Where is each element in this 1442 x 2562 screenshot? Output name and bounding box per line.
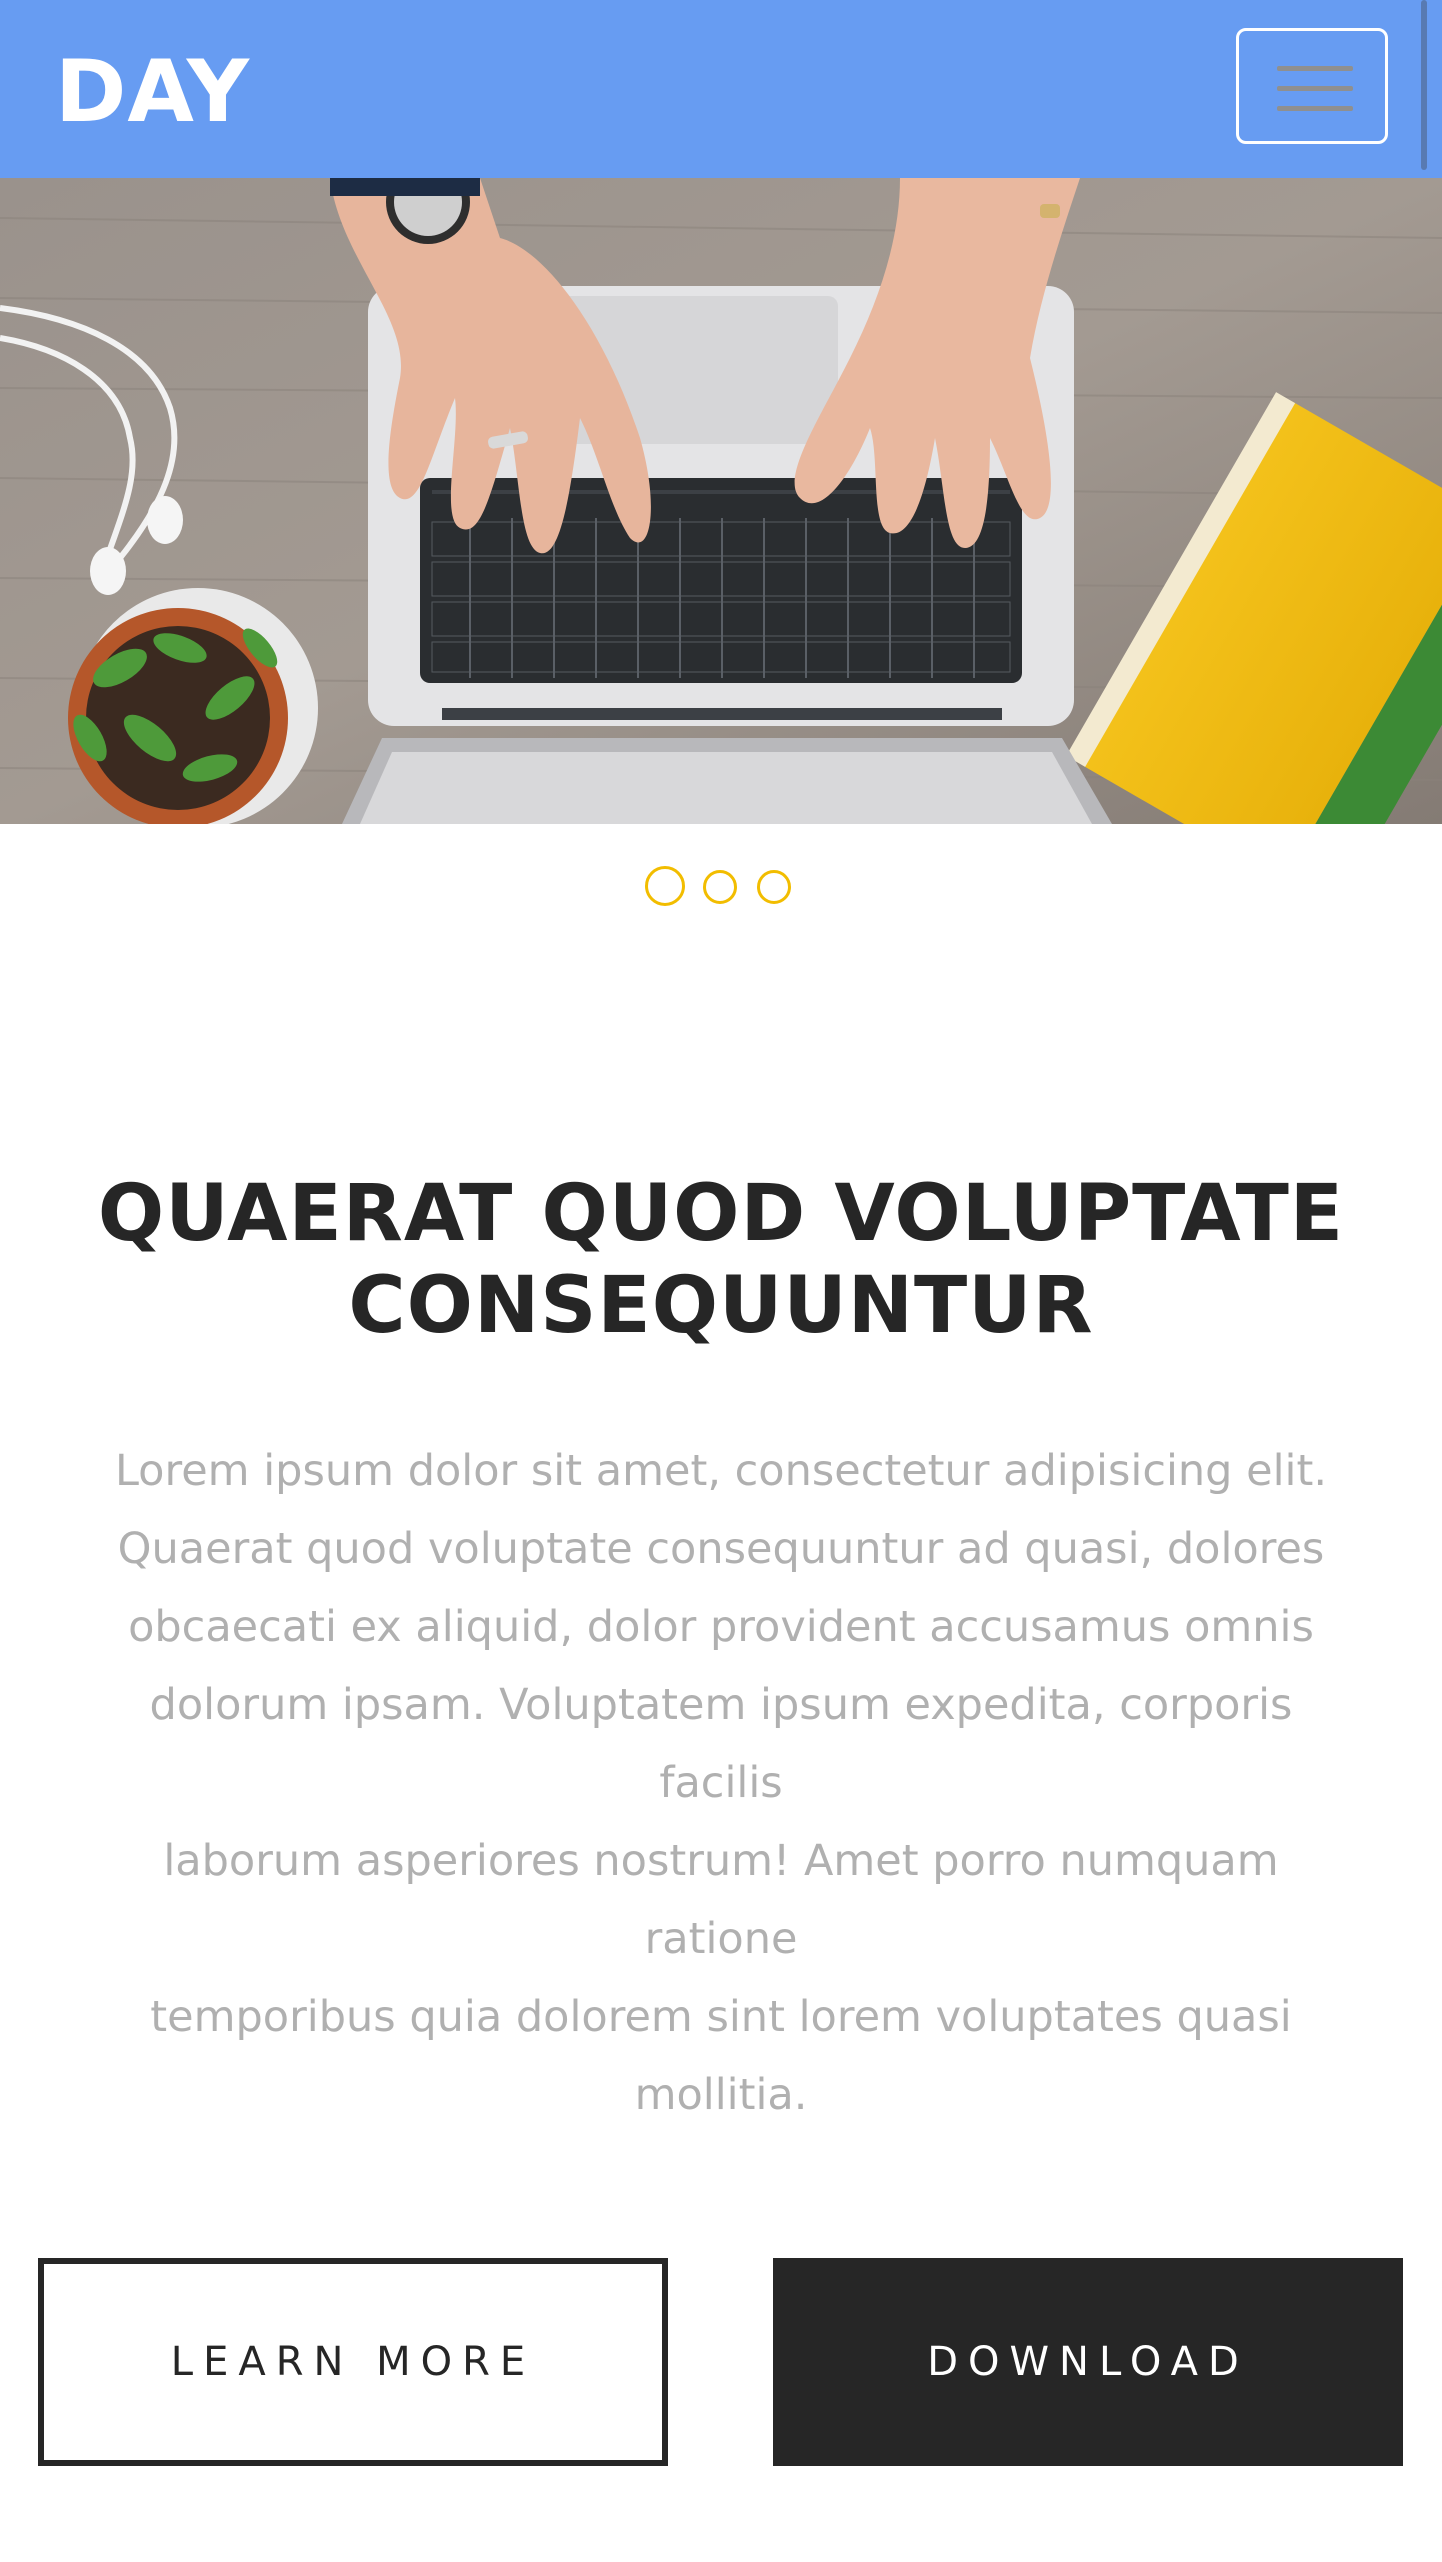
hero-image [0, 178, 1442, 824]
carousel-dot-2[interactable] [703, 870, 737, 904]
intro-paragraph: Lorem ipsum dolor sit amet, consectetur … [95, 1432, 1347, 2134]
brand-logo[interactable]: DAY [55, 42, 250, 142]
learn-more-button[interactable]: LEARN MORE [38, 2258, 668, 2466]
paragraph-line: dolorum ipsam. Voluptatem ipsum expedita… [149, 1680, 1293, 1808]
paragraph-line: temporibus quia dolorem sint lorem volup… [150, 1992, 1292, 2042]
carousel-dot-3[interactable] [757, 870, 791, 904]
hamburger-icon-bar-1 [1277, 66, 1353, 71]
headline-line-1: QUAERAT QUOD VOLUPTATE [97, 1169, 1345, 1259]
scrollbar[interactable] [1421, 0, 1427, 170]
page-headline: QUAERAT QUOD VOLUPTATE CONSEQUUNTUR [60, 1168, 1382, 1352]
paragraph-line: obcaecati ex aliquid, dolor provident ac… [128, 1602, 1314, 1652]
headline-line-2: CONSEQUUNTUR [348, 1261, 1094, 1351]
menu-toggle-button[interactable] [1236, 28, 1388, 144]
learn-more-label: LEARN MORE [170, 2339, 536, 2385]
paragraph-line: laborum asperiores nostrum! Amet porro n… [163, 1836, 1279, 1964]
paragraph-line: mollitia. [634, 2070, 808, 2120]
download-label: DOWNLOAD [927, 2339, 1249, 2385]
top-navbar: DAY [0, 0, 1442, 178]
download-button[interactable]: DOWNLOAD [773, 2258, 1403, 2466]
hamburger-icon-bar-2 [1277, 86, 1353, 91]
carousel-indicators [0, 866, 1442, 906]
paragraph-line: Quaerat quod voluptate consequuntur ad q… [117, 1524, 1325, 1574]
paragraph-line: Lorem ipsum dolor sit amet, consectetur … [114, 1446, 1328, 1496]
laptop-hands-photo-icon [0, 178, 1442, 824]
hamburger-icon-bar-3 [1277, 106, 1353, 111]
carousel-dot-1[interactable] [645, 866, 685, 906]
